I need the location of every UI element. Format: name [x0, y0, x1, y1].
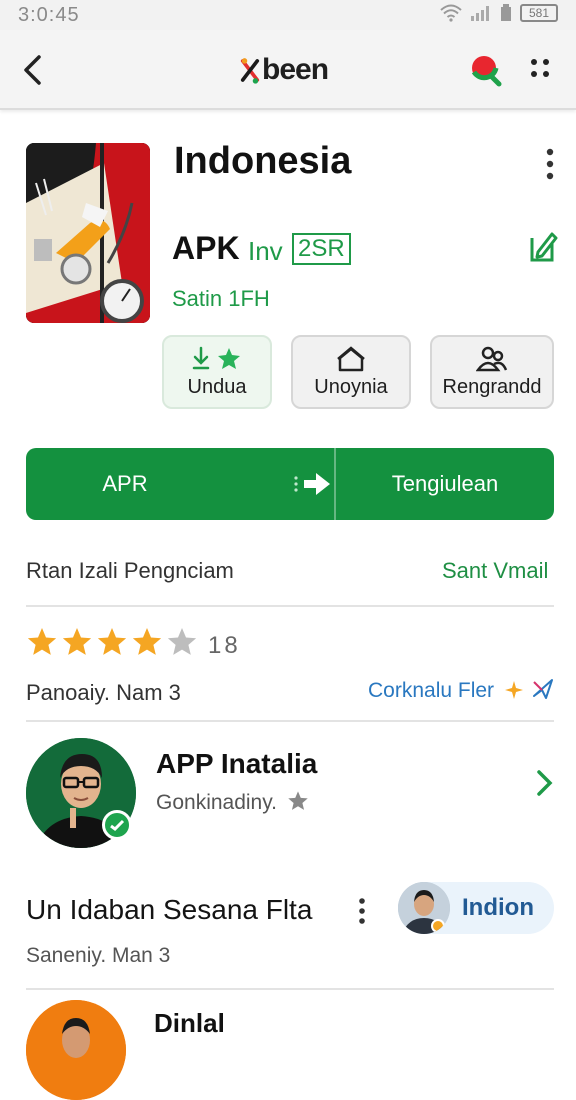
- search-button[interactable]: [466, 50, 506, 90]
- app-icon-image: [26, 143, 150, 323]
- install-apk-label: APR: [102, 471, 148, 496]
- list-item-subtitle: Gonkinadiny.: [156, 790, 309, 815]
- battery-icon: 581: [520, 4, 558, 22]
- divider: [26, 605, 554, 607]
- status-bar: 3:0:45 581: [0, 0, 576, 30]
- app-bar: been: [0, 30, 576, 110]
- profile-pill[interactable]: Indion: [398, 882, 554, 934]
- install-button-group: APR Tengiulean: [26, 448, 554, 520]
- share-edit-icon: [530, 232, 558, 262]
- sim-icon: [501, 4, 511, 21]
- version-text: Inv: [248, 236, 283, 266]
- star-empty-icon: [167, 628, 197, 655]
- install-apk-button[interactable]: APR: [26, 448, 334, 520]
- dots-grid-icon: [531, 59, 549, 77]
- apk-label: APK: [172, 230, 240, 266]
- divider: [26, 720, 554, 722]
- sparkle-icon: [504, 681, 523, 699]
- chip-label: Unoynia: [314, 375, 388, 398]
- brand-logo: been: [240, 50, 329, 90]
- app-subtitle: Satin 1FH: [172, 286, 270, 311]
- divider: [26, 988, 554, 990]
- star-filled-icon: [132, 628, 162, 655]
- tengiulean-label: Tengiulean: [391, 471, 499, 496]
- star-filled-icon: [27, 628, 57, 655]
- info-right-link[interactable]: Sant Vmail: [442, 558, 548, 584]
- send-icon: [532, 679, 553, 699]
- avatar: [398, 882, 450, 934]
- item-more-button[interactable]: [352, 896, 372, 926]
- star-icon: [288, 791, 308, 810]
- rating-value: 18: [208, 632, 241, 659]
- app-artwork: [26, 143, 150, 323]
- wifi-icon: [440, 4, 462, 22]
- users-icon: [476, 346, 508, 371]
- app-title: Indonesia: [174, 140, 352, 182]
- more-vertical-icon: [359, 898, 365, 924]
- chevron-right-icon: [537, 770, 553, 796]
- chip-unoynia[interactable]: Unoynia: [291, 335, 411, 409]
- info-left-text: Rtan Izali Pengnciam: [26, 558, 234, 583]
- brand-name: been: [262, 53, 329, 86]
- chip-label: Rengrandd: [442, 375, 542, 398]
- list-item-subtitle: Saneniy. Man 3: [26, 944, 171, 967]
- version-badge: 2SR: [292, 233, 351, 265]
- chip-rengrandd[interactable]: Rengrandd: [430, 335, 554, 409]
- open-item-button[interactable]: [534, 768, 556, 798]
- chevron-left-icon: [24, 55, 41, 85]
- more-options-button[interactable]: [536, 144, 564, 184]
- download-star-icon: [192, 346, 240, 369]
- rating-stars: [26, 626, 198, 658]
- grid-menu-button[interactable]: [522, 52, 558, 88]
- search-icon: [471, 56, 502, 87]
- avatar[interactable]: [26, 1000, 126, 1100]
- share-button[interactable]: [526, 228, 558, 264]
- verified-badge-icon: [102, 810, 132, 840]
- signal-icon: [471, 6, 489, 21]
- chip-label: Undua: [187, 375, 247, 398]
- tengiulean-button[interactable]: Tengiulean: [336, 448, 554, 520]
- more-vertical-icon: [546, 148, 554, 180]
- pill-label: Indion: [462, 894, 534, 921]
- chip-undua[interactable]: Undua: [162, 335, 272, 409]
- star-filled-icon: [62, 628, 92, 655]
- status-time: 3:0:45: [18, 4, 80, 26]
- back-button[interactable]: [14, 50, 50, 90]
- star-filled-icon: [97, 628, 127, 655]
- review-link-label: Corknalu Fler: [368, 679, 495, 702]
- list-item-subtitle-text: Gonkinadiny.: [156, 791, 278, 814]
- list-item-title[interactable]: Un Idaban Sesana Flta: [26, 894, 312, 926]
- brand-x-icon: [240, 58, 260, 84]
- review-link[interactable]: Corknalu Fler: [368, 678, 556, 703]
- home-icon: [337, 345, 365, 371]
- status-icons: 581: [440, 4, 558, 22]
- arrow-right-icon: [294, 473, 330, 495]
- review-meta-text: Panoaiy. Nam 3: [26, 680, 181, 705]
- list-item-title[interactable]: APP Inatalia: [156, 748, 317, 780]
